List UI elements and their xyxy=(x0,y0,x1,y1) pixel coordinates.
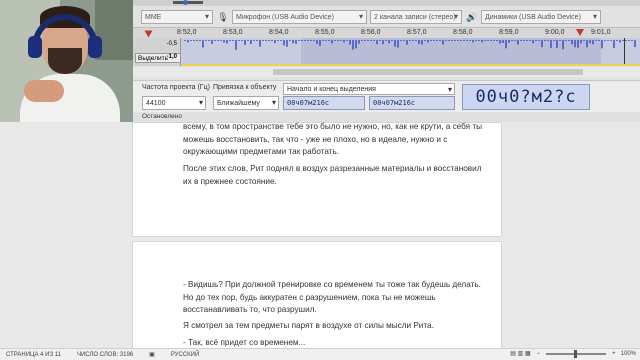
ruler-tick: 9:00,0 xyxy=(545,29,565,36)
speakers-value: Динамики (USB Audio Device) xyxy=(485,13,581,21)
ruler-tick: 8:52,0 xyxy=(177,29,197,36)
range-label: Начало и конец выделения xyxy=(287,85,376,93)
web-layout-icon[interactable]: ▦ xyxy=(525,350,531,357)
webcam-overlay xyxy=(0,0,133,122)
paragraph: Я смотрел за тем предметы парят в воздух… xyxy=(183,321,434,330)
range-mode-select[interactable]: Начало и конец выделения xyxy=(283,83,455,95)
zoom-slider[interactable] xyxy=(546,349,607,358)
document-page[interactable]: всему, в том пространстве тебе это было … xyxy=(132,122,502,237)
end-time-value: 00ч07м216с xyxy=(373,99,416,107)
audio-track[interactable]: -0,5 Выделить -1,0 xyxy=(133,38,640,66)
paragraph: всему, в том пространстве тебе это было … xyxy=(183,122,482,156)
zoom-out-icon[interactable]: − xyxy=(537,351,541,357)
channels-value: 2 канала записи (стерео) xyxy=(374,13,456,21)
rate-label: Частота проекта (Гц) xyxy=(142,84,210,91)
ruler-tick: 8:53,0 xyxy=(223,29,243,36)
print-layout-icon[interactable]: ▥ xyxy=(518,350,524,357)
zoom-level[interactable]: 100% xyxy=(621,351,636,357)
document-area[interactable]: всему, в том пространстве тебе это было … xyxy=(0,122,640,351)
ruler-tick: 9:01,0 xyxy=(591,29,611,36)
rate-select[interactable]: 44100 xyxy=(142,96,206,110)
ruler-tick: 8:56,0 xyxy=(361,29,381,36)
read-mode-icon[interactable]: ▤ xyxy=(510,350,516,357)
zoom-in-icon[interactable]: + xyxy=(612,351,616,357)
snap-label: Привязка к объекту xyxy=(213,84,277,91)
ruler-tick: 8:58,0 xyxy=(453,29,473,36)
zoom-controls: ▤ ▥ ▦ − + 100% xyxy=(510,349,636,358)
speaker-icon: 🔊 xyxy=(466,11,478,22)
time-display[interactable]: 00ч0?м2?с xyxy=(462,84,590,110)
screen: MME 🎙 Микрофон (USB Audio Device) 2 кана… xyxy=(0,0,640,360)
select-label: Выделить xyxy=(138,54,168,62)
track-border xyxy=(181,64,640,66)
play-head-icon[interactable] xyxy=(144,30,153,38)
snap-value: Ближайшему xyxy=(217,99,260,107)
document-page[interactable]: - Видишь? При должной тренировке со врем… xyxy=(132,241,502,351)
rate-value: 44100 xyxy=(146,99,166,107)
track-control-panel: -0,5 Выделить -1,0 xyxy=(133,38,181,66)
word-status-bar: СТРАНИЦА 4 ИЗ 11 ЧИСЛО СЛОВ: 3196 ▣ РУСС… xyxy=(0,348,640,360)
ruler-tick: 8:59,0 xyxy=(499,29,519,36)
waveform[interactable] xyxy=(181,38,640,66)
playback-speed-slider[interactable] xyxy=(133,0,640,6)
paragraph: После этих слов, Рит поднял в воздух раз… xyxy=(183,164,482,186)
edit-cursor xyxy=(624,38,625,66)
waveform-graphic xyxy=(184,40,636,50)
channels-select[interactable]: 2 канала записи (стерео) xyxy=(370,10,462,24)
scale-top: -0,5 xyxy=(166,41,177,47)
timeline-ruler[interactable]: 8:52,0 8:53,0 8:54,0 8:55,0 8:56,0 8:57,… xyxy=(133,27,640,38)
device-toolbar: MME 🎙 Микрофон (USB Audio Device) 2 кана… xyxy=(133,8,640,26)
snap-select[interactable]: Ближайшему xyxy=(213,96,279,110)
host-value: MME xyxy=(145,13,162,21)
microphone-icon: 🎙 xyxy=(217,11,229,22)
audacity-window: MME 🎙 Микрофон (USB Audio Device) 2 кана… xyxy=(133,0,640,122)
scale-bottom: -1,0 xyxy=(166,54,177,60)
horizontal-scrollbar[interactable] xyxy=(133,67,640,77)
ruler-tick: 8:55,0 xyxy=(315,29,335,36)
microphone-value: Микрофон (USB Audio Device) xyxy=(236,13,334,21)
ruler-tick: 8:54,0 xyxy=(269,29,289,36)
slider-thumb[interactable] xyxy=(183,0,188,5)
scrollbar-thumb[interactable] xyxy=(273,69,583,75)
language[interactable]: РУССКИЙ xyxy=(171,352,199,358)
speakers-select[interactable]: Динамики (USB Audio Device) xyxy=(481,10,601,24)
word-count[interactable]: ЧИСЛО СЛОВ: 3196 xyxy=(77,352,133,358)
start-time-value: 00ч07м216с xyxy=(287,99,330,107)
position-marker-icon[interactable] xyxy=(576,29,584,36)
ruler-tick: 8:57,0 xyxy=(407,29,427,36)
microphone-select[interactable]: Микрофон (USB Audio Device) xyxy=(232,10,367,24)
paragraph: - Видишь? При должной тренировке со врем… xyxy=(183,280,481,314)
selection-start-time[interactable]: 00ч07м216с xyxy=(283,96,365,110)
big-time-value: 00ч0?м2?с xyxy=(475,87,577,107)
status-text: Остановлено xyxy=(142,113,182,120)
selection-end-time[interactable]: 00ч07м216с xyxy=(369,96,455,110)
page-count[interactable]: СТРАНИЦА 4 ИЗ 11 xyxy=(6,352,61,358)
proofing-icon[interactable]: ▣ xyxy=(149,351,155,358)
host-select[interactable]: MME xyxy=(141,10,213,24)
